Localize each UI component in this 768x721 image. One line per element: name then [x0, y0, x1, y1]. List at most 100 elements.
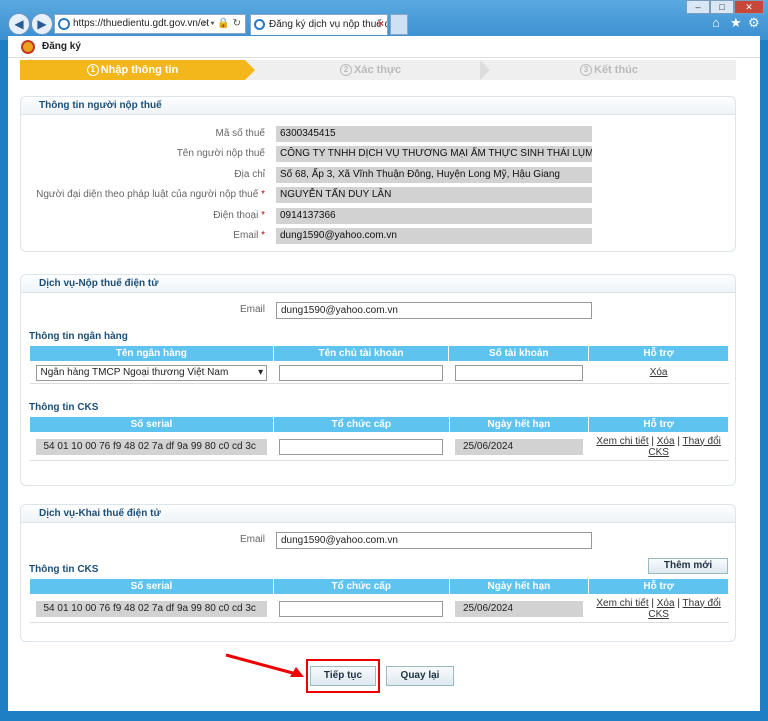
address-bar[interactable]: https://thuedientu.gdt.gov.vn/et ⌕ ▾ 🔒 ↻ — [54, 14, 246, 34]
payment-cks-table: Số serial Tổ chức cấp Ngày hết hạn Hỗ tr… — [29, 416, 729, 461]
page-content: Đăng ký 1 Nhập thông tin 2 Xác thực 3 Kết t… — [8, 36, 760, 711]
taxpayer-panel: Thông tin người nộp thuế Mã số thuế 6300… — [20, 96, 736, 252]
cks-header: Ngày hết hạn — [448, 578, 590, 595]
browser-titlebar: – □ ✕ ◀ ▶ https://thuedientu.gdt.gov.vn/… — [0, 0, 768, 40]
bank-header: Số tài khoản — [448, 345, 590, 362]
star-icon[interactable]: ★ — [730, 15, 742, 31]
chevron-down-icon: ▾ — [258, 366, 264, 378]
taxpayer-section-title: Thông tin người nộp thuế — [21, 97, 735, 115]
declaration-cks-table: Số serial Tổ chức cấp Ngày hết hạn Hỗ tr… — [29, 578, 729, 623]
account-number-field[interactable] — [454, 364, 583, 381]
email-value: dung1590@yahoo.com.vn — [276, 228, 592, 244]
declaration-service-panel: Dịch vụ-Khai thuế điện tử Email dung1590… — [20, 504, 736, 642]
view-details-link[interactable]: Xem chi tiết — [596, 436, 648, 447]
table-row: 54 01 10 00 76 f9 48 02 7a df 9a 99 80 c… — [29, 594, 729, 623]
account-holder-field[interactable] — [279, 364, 443, 381]
declaration-email-field[interactable]: dung1590@yahoo.com.vn — [276, 532, 592, 549]
declaration-cks-title: Thông tin CKS — [29, 564, 99, 575]
serial-value: 54 01 10 00 76 f9 48 02 7a df 9a 99 80 c… — [35, 600, 268, 617]
tab-title: Đăng ký dịch vụ nộp thuế đ... — [269, 19, 388, 30]
delete-cks-link[interactable]: Xóa — [657, 436, 675, 447]
minimize-button[interactable]: – — [686, 0, 710, 14]
expiry-value: 25/06/2024 — [455, 438, 583, 455]
delete-bank-link[interactable]: Xóa — [650, 367, 668, 378]
account-cell — [448, 361, 589, 384]
back-nav-icon[interactable]: ◀ — [8, 13, 30, 35]
holder-cell — [273, 361, 449, 384]
delete-cks-link[interactable]: Xóa — [657, 598, 675, 609]
representative-value: NGUYỄN TẤN DUY LÂN — [276, 187, 592, 203]
step-2: 2 Xác thực — [340, 60, 401, 80]
step-1-number: 1 — [86, 64, 99, 76]
cks-header: Số serial — [29, 416, 274, 433]
bank-select[interactable]: Ngân hàng TMCP Ngoại thương Việt Nam ▾ — [35, 364, 268, 381]
bank-table: Tên ngân hàng Tên chủ tài khoản Số tài k… — [29, 345, 729, 384]
maximize-button[interactable]: □ — [710, 0, 734, 14]
step-3-number: 3 — [580, 64, 592, 76]
cks-header: Hỗ trợ — [588, 416, 729, 433]
cks-support-cell: Xem chi tiết | Xóa | Thay đổi CKS — [588, 432, 729, 461]
payment-email-label: Email — [239, 304, 265, 315]
step-2-number: 2 — [340, 64, 352, 76]
serial-cell: 54 01 10 00 76 f9 48 02 7a df 9a 99 80 c… — [29, 432, 274, 461]
tab-dang-ky[interactable]: Đăng ký dịch vụ nộp thuế đ... × — [250, 14, 388, 35]
table-row: 54 01 10 00 76 f9 48 02 7a df 9a 99 80 c… — [29, 432, 729, 461]
step-arrow-icon — [480, 60, 490, 80]
bank-header: Hỗ trợ — [588, 345, 729, 362]
close-tab-icon[interactable]: × — [378, 15, 384, 34]
representative-label: Người đại diện theo pháp luật của người … — [36, 189, 265, 200]
email-label: Email * — [233, 230, 265, 241]
tax-code-label: Mã số thuế — [215, 128, 265, 139]
address-tools-icon[interactable]: ⌕ ▾ 🔒 ↻ — [202, 15, 241, 33]
page-header: Đăng ký — [8, 36, 760, 58]
bank-header: Tên ngân hàng — [29, 345, 274, 362]
red-arrow-icon — [225, 653, 304, 677]
bank-select-value: Ngân hàng TMCP Ngoại thương Việt Nam — [40, 366, 229, 378]
address-url: https://thuedientu.gdt.gov.vn/et — [73, 18, 210, 29]
issuer-cell — [273, 594, 449, 623]
ie-favicon-icon — [254, 19, 265, 30]
taxpayer-name-label: Tên người nộp thuế — [176, 148, 265, 159]
payment-email-field[interactable]: dung1590@yahoo.com.vn — [276, 302, 592, 319]
add-new-button[interactable]: Thêm mới — [648, 558, 728, 574]
address-label: Địa chỉ — [234, 169, 265, 180]
bank-header: Tên chủ tài khoản — [272, 345, 450, 362]
cks-support-cell: Xem chi tiết | Xóa | Thay đổi CKS — [588, 594, 729, 623]
step-2-label: Xác thực — [354, 64, 402, 76]
phone-value: 0914137366 — [276, 208, 592, 224]
step-1-label: Nhập thông tin — [100, 64, 179, 76]
tax-logo-icon — [21, 40, 35, 54]
payment-cks-title: Thông tin CKS — [29, 402, 99, 413]
gear-icon[interactable]: ⚙ — [748, 15, 760, 31]
expiry-cell: 25/06/2024 — [449, 594, 589, 623]
expiry-cell: 25/06/2024 — [449, 432, 589, 461]
forward-nav-icon[interactable]: ▶ — [31, 13, 53, 35]
home-icon[interactable]: ⌂ — [712, 15, 720, 30]
expiry-value: 25/06/2024 — [455, 600, 583, 617]
issuer-field — [279, 438, 443, 455]
declaration-email-label: Email — [239, 534, 265, 545]
view-details-link[interactable]: Xem chi tiết — [596, 598, 648, 609]
address-value: Số 68, Ấp 3, Xã Vĩnh Thuận Đông, Huyện L… — [276, 167, 592, 183]
step-3: 3 Kết thúc — [580, 60, 638, 80]
step-progress: 1 Nhập thông tin 2 Xác thực 3 Kết thúc — [20, 60, 736, 80]
step-1: 1 Nhập thông tin — [20, 60, 245, 80]
cks-header: Ngày hết hạn — [448, 416, 590, 433]
bank-select-cell: Ngân hàng TMCP Ngoại thương Việt Nam ▾ — [29, 361, 274, 384]
issuer-cell — [273, 432, 449, 461]
new-tab-button[interactable] — [390, 14, 408, 35]
back-button[interactable]: Quay lại — [386, 666, 454, 686]
serial-value: 54 01 10 00 76 f9 48 02 7a df 9a 99 80 c… — [35, 438, 268, 455]
table-row: Ngân hàng TMCP Ngoại thương Việt Nam ▾ Xó… — [29, 361, 729, 384]
continue-button[interactable]: Tiếp tục — [310, 666, 376, 686]
taxpayer-name-value: CÔNG TY TNHH DỊCH VỤ THƯƠNG MẠI ẨM THỰC … — [276, 146, 592, 162]
close-window-button[interactable]: ✕ — [734, 0, 764, 14]
support-cell: Xóa — [588, 361, 729, 384]
step-3-label: Kết thúc — [594, 64, 638, 76]
cks-header: Tổ chức cấp — [272, 578, 450, 595]
phone-label: Điện thoại * — [213, 210, 265, 221]
cks-header: Số serial — [29, 578, 274, 595]
serial-cell: 54 01 10 00 76 f9 48 02 7a df 9a 99 80 c… — [29, 594, 274, 623]
tax-code-value: 6300345415 — [276, 126, 592, 142]
issuer-field — [279, 600, 443, 617]
